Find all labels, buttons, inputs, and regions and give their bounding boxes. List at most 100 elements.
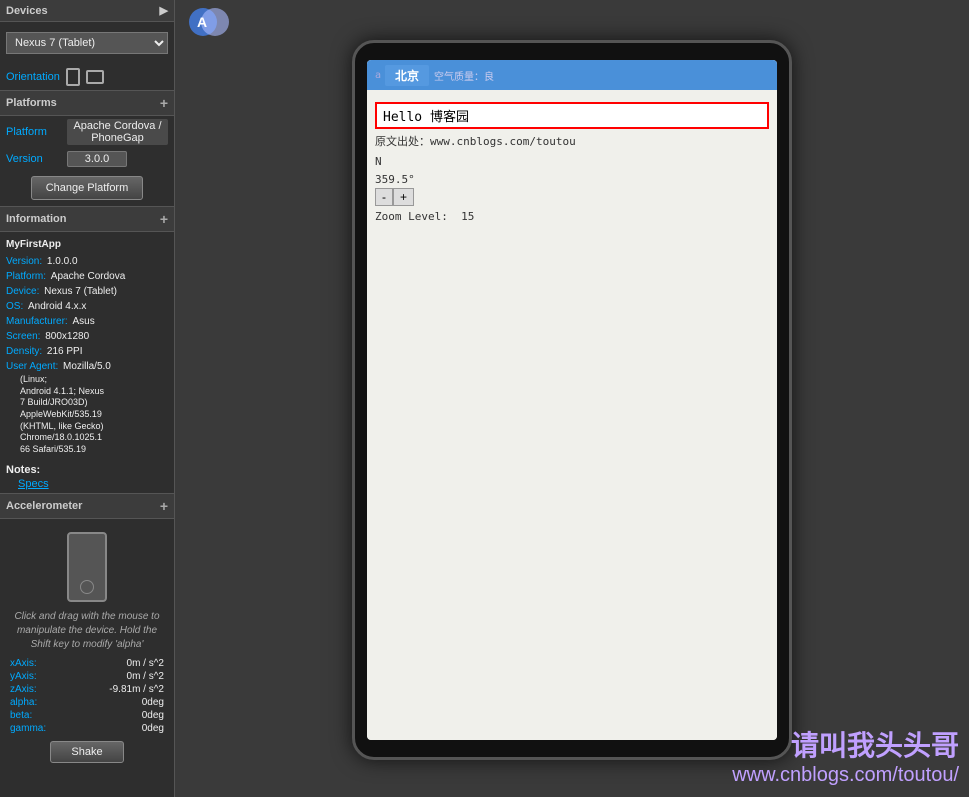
info-density-val: 216 PPI xyxy=(44,344,82,359)
accel-xaxis: xAxis: 0m / s^2 xyxy=(6,657,168,670)
specs-link[interactable]: Specs xyxy=(6,478,168,490)
accel-hint: Click and drag with the mouse to manipul… xyxy=(6,610,168,652)
accel-xaxis-val: 0m / s^2 xyxy=(127,658,164,669)
accel-zaxis-key: zAxis: xyxy=(10,684,37,695)
accel-beta-key: beta: xyxy=(10,710,32,721)
app-hello-box: Hello 博客园 xyxy=(375,102,769,129)
accelerometer-plus-icon[interactable]: + xyxy=(160,498,168,514)
device-select[interactable]: Nexus 7 (Tablet) xyxy=(6,32,168,54)
device-3d-wrapper[interactable] xyxy=(6,532,168,602)
app-source: 原文出处：www.cnblogs.com/toutou xyxy=(375,133,769,149)
info-platform-val: Apache Cordova xyxy=(48,269,125,284)
app-topbar-prefix: a xyxy=(375,70,381,81)
compass-n: N xyxy=(375,153,769,171)
app-topbar: a 北京 空气质量：良 xyxy=(367,60,777,90)
devices-header: Devices ▶ xyxy=(0,0,174,22)
information-header: Information + xyxy=(0,206,174,232)
info-useragent: User Agent: Mozilla/5.0 xyxy=(6,359,168,374)
version-val: 3.0.0 xyxy=(67,151,127,167)
notes-section: Notes: Specs xyxy=(0,461,174,493)
accel-zaxis: zAxis: -9.81m / s^2 xyxy=(6,683,168,696)
tablet-screen: a 北京 空气质量：良 Hello 博客园 原文出处：www.cnblogs.c… xyxy=(367,60,777,740)
zoom-label-text: Zoom Level: xyxy=(375,210,461,223)
accel-yaxis-key: yAxis: xyxy=(10,671,37,682)
accelerometer-body: Click and drag with the mouse to manipul… xyxy=(0,519,174,774)
info-screen-val: 800x1280 xyxy=(42,329,89,344)
info-screen-key: Screen: xyxy=(6,329,40,344)
app-compass: N 359.5° - + Zoom Level: 15 xyxy=(375,153,769,226)
accel-alpha: alpha: 0deg xyxy=(6,696,168,709)
info-useragent-key: User Agent: xyxy=(6,359,58,374)
landscape-orientation-icon[interactable] xyxy=(86,70,104,84)
info-version-key: Version: xyxy=(6,254,42,269)
information-label: Information xyxy=(6,213,67,225)
change-platform-button[interactable]: Change Platform xyxy=(31,176,144,200)
compass-deg: 359.5° xyxy=(375,171,769,189)
accel-gamma: gamma: 0deg xyxy=(6,722,168,735)
info-manufacturer: Manufacturer: Asus xyxy=(6,314,168,329)
watermark-line1: 请叫我头头哥 xyxy=(732,724,959,764)
information-plus-icon[interactable]: + xyxy=(160,211,168,227)
info-platform: Platform: Apache Cordova xyxy=(6,269,168,284)
app-content: a 北京 空气质量：良 Hello 博客园 原文出处：www.cnblogs.c… xyxy=(367,60,777,740)
accel-yaxis: yAxis: 0m / s^2 xyxy=(6,670,168,683)
app-body: Hello 博客园 原文出处：www.cnblogs.com/toutou N … xyxy=(367,90,777,238)
accel-alpha-val: 0deg xyxy=(142,697,164,708)
accel-gamma-key: gamma: xyxy=(10,723,46,734)
accel-beta-val: 0deg xyxy=(142,710,164,721)
devices-label: Devices xyxy=(6,5,48,17)
accel-yaxis-val: 0m / s^2 xyxy=(127,671,164,682)
user-agent-detail: (Linux;Android 4.1.1; Nexus7 Build/JRO03… xyxy=(6,374,168,456)
orientation-label: Orientation xyxy=(6,71,60,83)
svg-text:A: A xyxy=(197,14,207,30)
app-name: MyFirstApp xyxy=(6,237,168,252)
left-panel: Devices ▶ Nexus 7 (Tablet) Orientation P… xyxy=(0,0,175,797)
devices-arrow-icon: ▶ xyxy=(160,4,168,17)
information-body: MyFirstApp Version: 1.0.0.0 Platform: Ap… xyxy=(0,232,174,461)
info-manufacturer-key: Manufacturer: xyxy=(6,314,68,329)
zoom-val-text: 15 xyxy=(461,210,474,223)
watermark: 请叫我头头哥 www.cnblogs.com/toutou/ xyxy=(732,724,959,787)
compass-plus-button[interactable]: + xyxy=(393,188,414,206)
info-device-val: Nexus 7 (Tablet) xyxy=(41,284,117,299)
portrait-orientation-icon[interactable] xyxy=(66,68,80,86)
info-platform-key: Platform: xyxy=(6,269,46,284)
platforms-plus-icon[interactable]: + xyxy=(160,95,168,111)
tablet-frame: a 北京 空气质量：良 Hello 博客园 原文出处：www.cnblogs.c… xyxy=(352,40,792,760)
info-useragent-val: Mozilla/5.0 xyxy=(60,359,111,374)
platforms-label: Platforms xyxy=(6,97,57,109)
info-os-val: Android 4.x.x xyxy=(25,299,86,314)
platform-key: Platform xyxy=(6,126,61,138)
info-device: Device: Nexus 7 (Tablet) xyxy=(6,284,168,299)
info-device-key: Device: xyxy=(6,284,39,299)
zoom-level: Zoom Level: 15 xyxy=(375,208,769,226)
compass-buttons: - + xyxy=(375,188,769,206)
accel-xaxis-key: xAxis: xyxy=(10,658,37,669)
logo-area: A xyxy=(185,4,235,42)
watermark-line2: www.cnblogs.com/toutou/ xyxy=(732,764,959,787)
platform-val: Apache Cordova / PhoneGap xyxy=(67,119,168,145)
version-key: Version xyxy=(6,153,61,165)
info-version-val: 1.0.0.0 xyxy=(44,254,77,269)
accelerometer-label: Accelerometer xyxy=(6,500,82,512)
info-screen: Screen: 800x1280 xyxy=(6,329,168,344)
notes-label: Notes: xyxy=(6,464,40,476)
info-density: Density: 216 PPI xyxy=(6,344,168,359)
info-os: OS: Android 4.x.x xyxy=(6,299,168,314)
logo-icon: A xyxy=(185,4,235,39)
compass-minus-button[interactable]: - xyxy=(375,188,393,206)
info-version: Version: 1.0.0.0 xyxy=(6,254,168,269)
main-area: A a 北京 空气质量：良 Hello 博客园 原文出处：www.cnblogs… xyxy=(175,0,969,797)
accel-zaxis-val: -9.81m / s^2 xyxy=(109,684,164,695)
shake-button[interactable]: Shake xyxy=(50,741,123,763)
app-topbar-title: 北京 xyxy=(385,65,429,86)
accel-beta: beta: 0deg xyxy=(6,709,168,722)
device-3d-icon[interactable] xyxy=(67,532,107,602)
orientation-row: Orientation xyxy=(0,64,174,90)
app-topbar-hint: 空气质量：良 xyxy=(434,68,494,83)
accelerometer-header: Accelerometer + xyxy=(0,493,174,519)
info-os-key: OS: xyxy=(6,299,23,314)
devices-body: Nexus 7 (Tablet) xyxy=(0,22,174,64)
info-manufacturer-val: Asus xyxy=(70,314,95,329)
platform-row: Platform Apache Cordova / PhoneGap xyxy=(0,116,174,148)
